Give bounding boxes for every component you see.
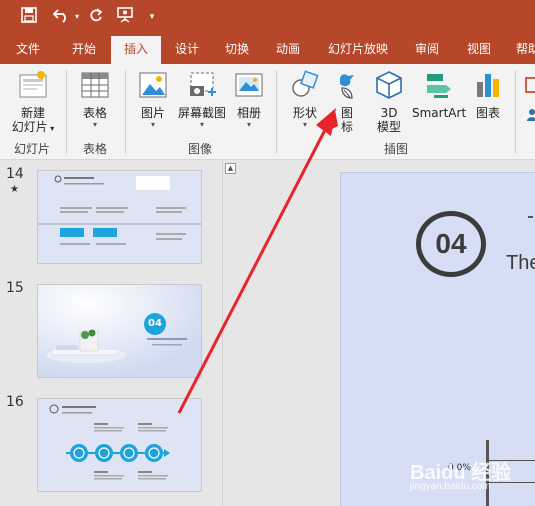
presentation-icon[interactable] <box>114 7 136 27</box>
tab-slideshow[interactable]: 幻灯片放映 <box>318 36 398 64</box>
group-divider <box>515 70 516 154</box>
quick-access-toolbar: ▾ ▾ <box>0 0 535 36</box>
tab-review[interactable]: 审阅 <box>404 36 450 64</box>
text-box-icon[interactable] <box>524 76 535 99</box>
slide-badge: 04 <box>144 313 166 335</box>
animation-star-icon: ★ <box>10 184 19 195</box>
person-icon[interactable] <box>526 108 535 125</box>
slide-thumbnail[interactable] <box>37 170 202 264</box>
smartart-icon <box>412 70 466 103</box>
3d-models-label-1: 3D <box>380 106 398 120</box>
group-label-images: 图像 <box>188 142 213 156</box>
undo-icon[interactable] <box>50 7 72 27</box>
slide-section-number: 04 <box>416 211 486 277</box>
slide-thumbnail-content <box>38 399 201 491</box>
photo-album-button[interactable]: 相册 ▾ <box>232 70 266 130</box>
tab-file[interactable]: 文件 <box>4 36 52 64</box>
save-icon[interactable] <box>18 7 40 27</box>
slide-number: 16 <box>6 394 24 410</box>
slide-number: 14 <box>6 166 24 182</box>
chevron-down-icon: ▾ <box>92 120 97 129</box>
ribbon-tabs: 文件 开始 插入 设计 切换 动画 幻灯片放映 审阅 视图 帮助 <box>0 36 535 64</box>
slide-thumbnail-content <box>38 285 201 377</box>
screenshot-label: 屏幕截图 <box>177 106 226 120</box>
group-label-tables: 表格 <box>83 142 108 156</box>
title-fragment-dash <box>528 216 533 218</box>
slide-number: 15 <box>6 280 24 296</box>
screenshot-button[interactable]: 屏幕截图 ▾ <box>174 70 230 130</box>
new-slide-label-2: 幻灯片 <box>11 120 48 134</box>
photo-album-label: 相册 <box>236 106 261 120</box>
tab-transitions[interactable]: 切换 <box>214 36 260 64</box>
chevron-down-icon: ▾ <box>199 120 204 129</box>
icons-button[interactable]: 图 标 <box>330 70 364 134</box>
new-slide-button[interactable]: 新建 幻灯片 ▾ <box>8 70 58 136</box>
picture-button[interactable]: 图片 ▾ <box>134 70 172 130</box>
chevron-down-icon: ▾ <box>302 120 307 129</box>
chart-label: 图表 <box>475 106 500 120</box>
table-label: 表格 <box>82 106 107 120</box>
group-divider <box>66 70 67 154</box>
scroll-up-arrow-icon[interactable]: ▲ <box>225 163 236 174</box>
table-icon <box>74 70 116 103</box>
shapes-icon <box>286 70 324 103</box>
shapes-label: 形状 <box>292 106 317 120</box>
screenshot-icon <box>174 70 230 103</box>
icons-label-1: 图 <box>340 106 353 120</box>
new-slide-icon <box>8 70 58 103</box>
3d-models-button[interactable]: 3D 模型 <box>370 70 408 134</box>
thumbnail-scrollbar[interactable] <box>222 160 238 506</box>
table-button[interactable]: 表格 ▾ <box>74 70 116 130</box>
chart-icon <box>470 70 506 103</box>
slide-thumbnail[interactable] <box>37 284 202 378</box>
chevron-down-icon: ▾ <box>246 120 251 129</box>
group-divider <box>276 70 277 154</box>
shapes-button[interactable]: 形状 ▾ <box>286 70 324 130</box>
3d-cube-icon <box>370 70 408 103</box>
picture-label: 图片 <box>140 106 165 120</box>
group-label-slides: 幻灯片 <box>14 142 51 156</box>
tab-insert[interactable]: 插入 <box>111 36 161 64</box>
icons-icon <box>330 70 364 103</box>
picture-icon <box>134 70 172 103</box>
3d-models-label-2: 模型 <box>376 120 401 134</box>
tab-design[interactable]: 设计 <box>164 36 210 64</box>
icons-label-2: 标 <box>340 120 353 134</box>
photo-album-icon <box>232 70 266 103</box>
tab-view[interactable]: 视图 <box>456 36 502 64</box>
redo-icon[interactable] <box>86 7 106 27</box>
new-slide-label-1: 新建 <box>20 106 45 120</box>
powerpoint-window: ▾ ▾ 文件 开始 插入 设计 切换 动画 幻灯片放映 审阅 视图 帮助 新建 … <box>0 0 535 506</box>
customize-qat-icon[interactable]: ▾ <box>146 7 158 27</box>
chevron-down-icon: ▾ <box>47 124 55 133</box>
slide-thumbnail-content <box>38 171 201 263</box>
slide-thumbnail[interactable] <box>37 398 202 492</box>
tab-help[interactable]: 帮助 <box>508 36 535 64</box>
ribbon: 新建 幻灯片 ▾ 表格 ▾ 图片 ▾ 屏幕截图 ▾ 相册 ▾ 形状 ▾ 图 标 … <box>0 64 535 160</box>
slide-title-fragment: The <box>506 252 535 274</box>
undo-dropdown-icon[interactable]: ▾ <box>72 7 82 27</box>
group-label-illustrations: 插图 <box>384 142 409 156</box>
smartart-button[interactable]: SmartArt <box>412 70 466 120</box>
tab-animations[interactable]: 动画 <box>265 36 311 64</box>
smartart-label: SmartArt <box>412 106 467 120</box>
chart-button[interactable]: 图表 <box>470 70 506 120</box>
chevron-down-icon: ▾ <box>150 120 155 129</box>
watermark-url: jingyan.baidu.com <box>410 481 491 492</box>
tab-home[interactable]: 开始 <box>60 36 108 64</box>
group-divider <box>125 70 126 154</box>
